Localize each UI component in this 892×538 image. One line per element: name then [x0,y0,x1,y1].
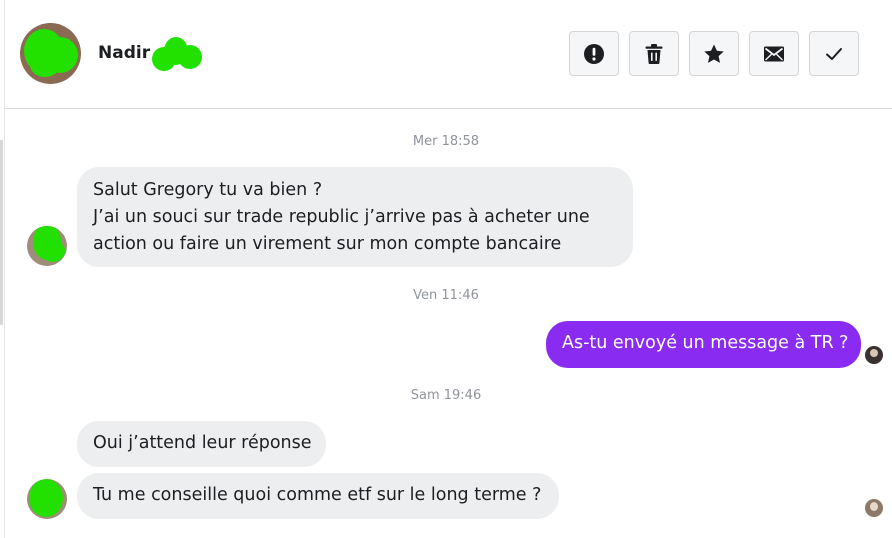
message-text: As-tu envoyé un message à TR ? [562,333,849,353]
message-line: J’ai un souci sur trade republic j’arriv… [93,207,590,227]
contact-name[interactable]: Nadir [98,43,150,63]
envelope-icon [764,46,784,61]
contact-avatar-small[interactable] [27,479,67,519]
timestamp: Mer 18:58 [412,134,480,149]
incoming-message-bubble[interactable]: Salut Gregory tu va bien ? J’ai un souci… [77,167,633,267]
star-icon [704,44,724,63]
star-button[interactable] [689,31,739,76]
read-receipt-avatar [865,346,883,364]
mark-unread-button[interactable] [749,31,799,76]
contact-avatar-small[interactable] [27,226,67,266]
incoming-message-bubble[interactable]: Tu me conseille quoi comme etf sur le lo… [77,473,559,519]
message-text: Tu me conseille quoi comme etf sur le lo… [93,485,542,505]
timestamp: Sam 19:46 [410,388,482,403]
delete-button[interactable] [629,31,679,76]
trash-icon [645,43,663,64]
incoming-message-bubble[interactable]: Oui j’attend leur réponse [77,421,326,467]
report-button[interactable] [569,31,619,76]
redaction-mark [41,240,65,262]
message-line: action ou faire un virement sur mon comp… [93,234,562,254]
message-line: Salut Gregory tu va bien ? [93,180,323,200]
name-redaction [152,37,202,71]
redaction-mark [30,53,60,77]
redaction-mark [29,479,63,517]
contact-avatar[interactable] [20,23,81,84]
message-text: Oui j’attend leur réponse [93,433,312,453]
mark-done-button[interactable] [809,31,859,76]
outgoing-message-bubble[interactable]: As-tu envoyé un message à TR ? [546,321,861,368]
conversation-header: Nadir [5,0,892,109]
check-icon [826,47,842,60]
exclamation-circle-icon [584,43,604,64]
timestamp: Ven 11:46 [413,288,479,303]
read-receipt-avatar [865,499,883,517]
conversation-actions [569,31,859,76]
